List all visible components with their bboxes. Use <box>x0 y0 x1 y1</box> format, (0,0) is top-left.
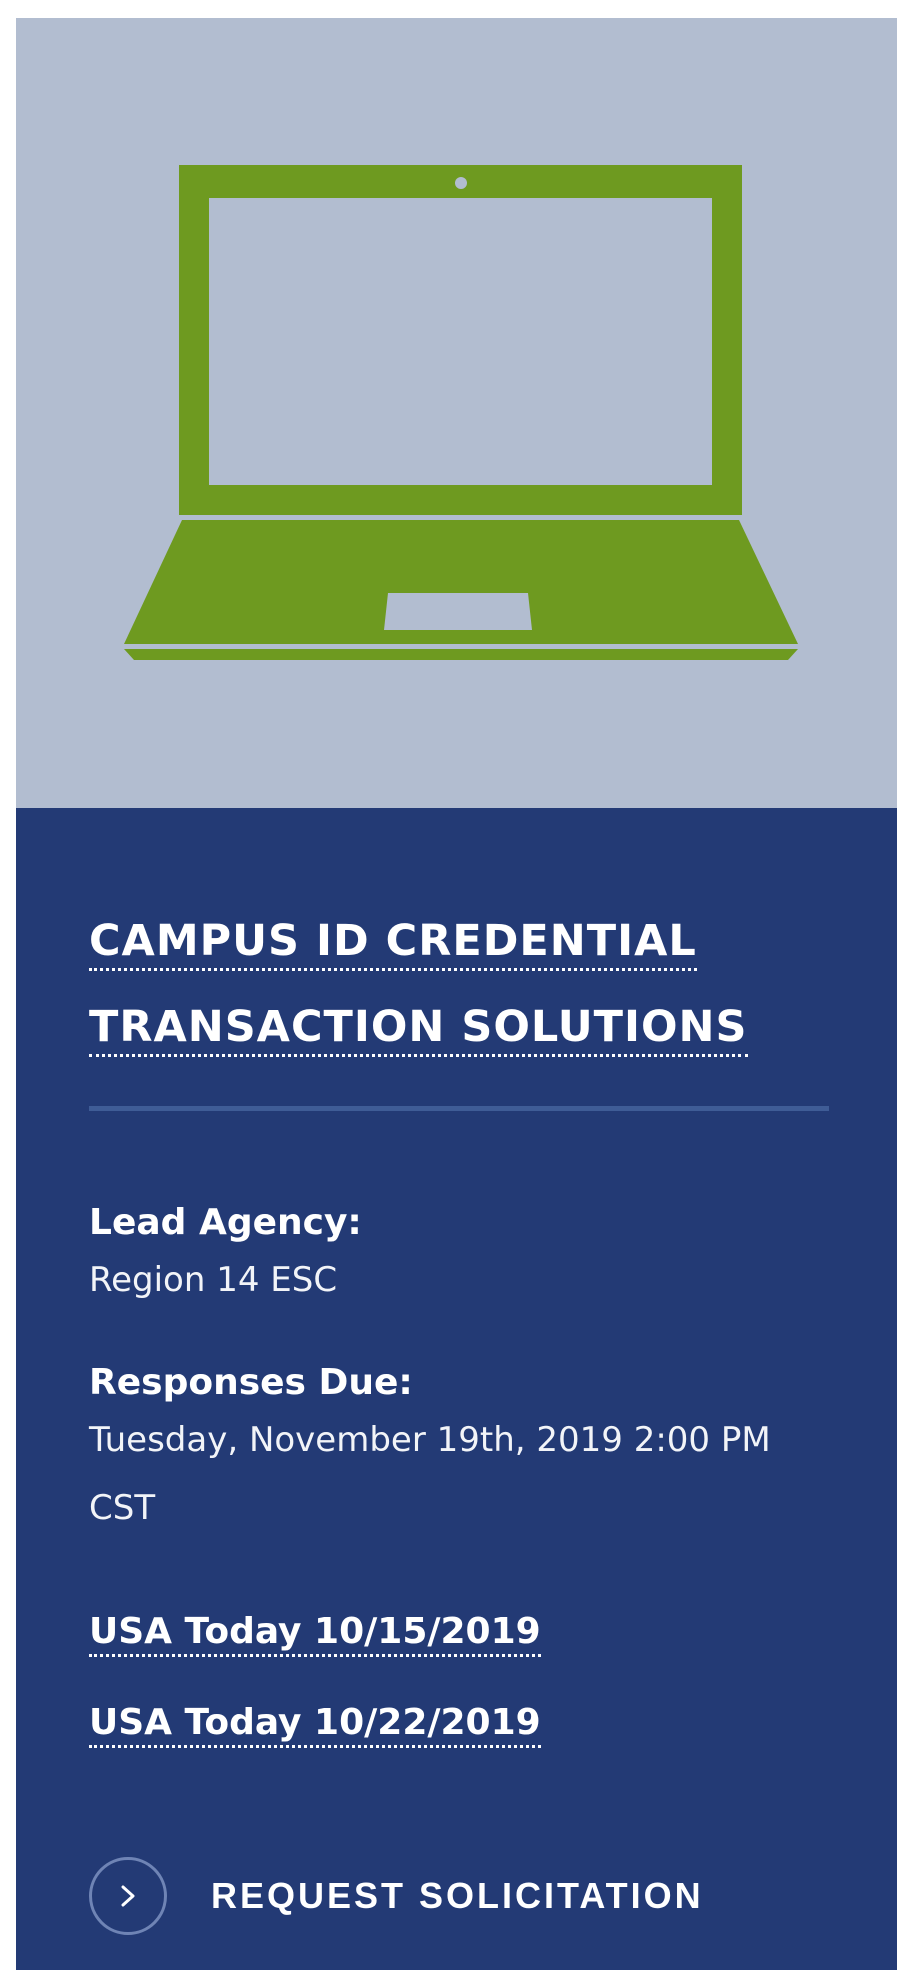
request-solicitation-button[interactable]: REQUEST SOLICITATION <box>89 1854 704 1938</box>
request-solicitation-label: REQUEST SOLICITATION <box>211 1875 704 1916</box>
solicitation-card: CAMPUS ID CREDENTIAL TRANSACTION SOLUTIO… <box>16 18 897 1970</box>
divider <box>89 1106 829 1111</box>
responses-due-value: Tuesday, November 19th, 2019 2:00 PM CST <box>89 1420 771 1528</box>
title-link-line-2[interactable]: TRANSACTION SOLUTIONS <box>89 1002 748 1057</box>
hero-image <box>16 18 897 808</box>
document-link-usa-today-1[interactable]: USA Today 10/15/2019 <box>89 1610 541 1657</box>
responses-due-label: Responses Due: <box>89 1362 413 1403</box>
chevron-right-icon <box>89 1857 167 1935</box>
details-panel: CAMPUS ID CREDENTIAL TRANSACTION SOLUTIO… <box>16 808 897 1970</box>
lead-agency-label: Lead Agency: <box>89 1202 362 1243</box>
document-link-usa-today-2[interactable]: USA Today 10/22/2019 <box>89 1701 541 1748</box>
laptop-icon <box>120 165 802 660</box>
page-title: CAMPUS ID CREDENTIAL TRANSACTION SOLUTIO… <box>89 898 829 1070</box>
lead-agency-value: Region 14 ESC <box>89 1260 338 1300</box>
title-link-line-1[interactable]: CAMPUS ID CREDENTIAL <box>89 916 697 971</box>
